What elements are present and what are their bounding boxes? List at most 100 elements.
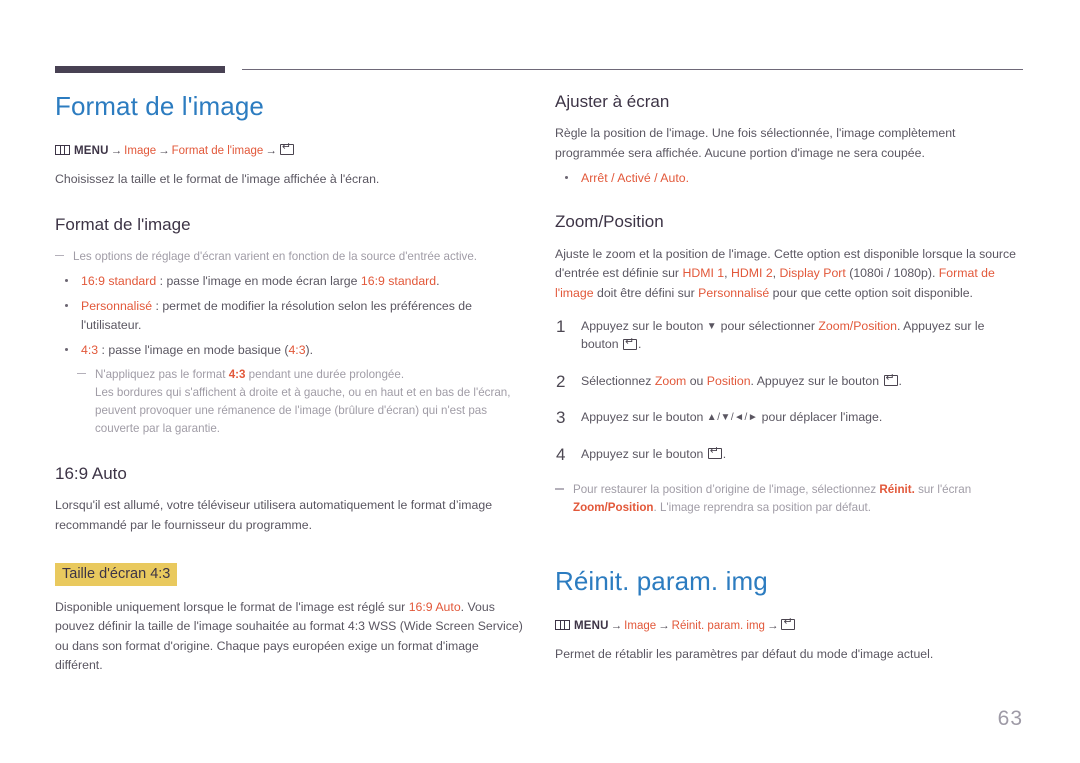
breadcrumb-item-image: Image	[624, 619, 657, 632]
option-sep: :	[152, 298, 163, 313]
lead-paragraph: Choisissez la taille et le format de l'i…	[55, 171, 380, 186]
note-text-part1: N'appliquez pas le format	[95, 367, 229, 381]
step-text-part3: . Appuyez sur le bouton	[750, 373, 883, 388]
option-term-personnalise: Personnalisé	[81, 298, 153, 313]
enter-key-icon	[707, 446, 722, 460]
intro-part4: (1080i / 1080p).	[845, 266, 939, 281]
note-part2: sur l'écran	[914, 483, 972, 497]
step-number: 4	[556, 444, 566, 464]
breadcrumb-arrow-3: →	[766, 619, 779, 632]
list-item: Personnalisé : permet de modifier la rés…	[55, 297, 527, 335]
paragraph-accent-169-auto: 16:9 Auto	[408, 600, 461, 615]
option-text-tail: .	[436, 273, 440, 288]
note-accent-reinit: Réinit.	[879, 483, 915, 497]
breadcrumb-item-format: Format de l'image	[171, 144, 264, 157]
option-sep: :	[156, 273, 167, 288]
note-part1: Pour restaurer la position d’origine de …	[573, 483, 880, 497]
heading-zoom-position: Zoom/Position	[555, 212, 664, 232]
menu-icon	[55, 144, 70, 155]
step-number: 2	[556, 371, 566, 391]
enter-key-icon	[279, 142, 294, 156]
note-restaurer-position: Pour restaurer la position d’origine de …	[555, 481, 1025, 517]
paragraph-taille-decran-43: Disponible uniquement lorsque le format …	[55, 598, 527, 676]
step-number: 1	[556, 316, 566, 336]
breadcrumb-arrow-1: →	[610, 619, 623, 632]
enter-key-icon	[781, 617, 796, 631]
step-text-part1: Appuyez sur le bouton	[581, 318, 707, 333]
breadcrumb-menu-label: MENU	[574, 619, 609, 632]
paragraph-part1: Disponible uniquement lorsque le format …	[55, 600, 409, 615]
note-43-warning: N'appliquez pas le format 4:3 pendant un…	[77, 366, 527, 438]
option-text-tail: ).	[305, 342, 314, 357]
intro-part3: ,	[772, 266, 780, 281]
left-column: Format de l'image MENU → Image → Format de l…	[55, 92, 527, 682]
paragraph-reinit-param-img: Permet de rétablir les paramètres par dé…	[555, 646, 934, 661]
header-rule-thin	[242, 69, 1023, 70]
step-text-part2: pour déplacer l'image.	[758, 410, 883, 425]
note-accent-zoom-position: Zoom/Position	[573, 501, 654, 515]
list-item: Arrêt / Activé / Auto.	[555, 169, 1025, 188]
option-accent-inline: 4:3	[288, 342, 306, 357]
option-text: passe l'image en mode écran large	[166, 273, 361, 288]
menu-icon	[555, 619, 570, 630]
step-accent-zoom: Zoom	[654, 373, 687, 388]
page-title-reinit-param-img: Réinit. param. img	[555, 566, 768, 597]
step-accent-position: Position	[706, 373, 751, 388]
step-text-part4: .	[722, 446, 727, 461]
breadcrumb-reinit-param-img: MENU → Image → Réinit. param. img →	[555, 617, 1025, 635]
breadcrumb-format-de-limage: MENU → Image → Format de l'image →	[55, 142, 527, 160]
intro-accent-personnalise: Personnalisé	[698, 285, 770, 300]
heading-format-de-limage: Format de l'image	[55, 215, 191, 235]
paragraph-zoom-position-intro: Ajuste le zoom et la position de l'image…	[555, 245, 1025, 303]
step-text-part1: Appuyez sur le bouton	[581, 446, 707, 461]
paragraph-ajuster-a-ecran: Règle la position de l'image. Une fois s…	[555, 126, 956, 160]
page-number: 63	[997, 707, 1023, 730]
option-term-43: 4:3	[81, 342, 99, 357]
document-page: Format de l'image MENU → Image → Format de l…	[0, 0, 1080, 763]
breadcrumb-arrow-2: →	[658, 619, 670, 632]
heading-taille-decran-43: Taille d'écran 4:3	[55, 562, 178, 587]
step-item-2: 2 Sélectionnez Zoom ou Position. Appuyez …	[555, 372, 1025, 391]
intro-accent-hdmi2: HDMI 2	[730, 266, 773, 281]
breadcrumb-item-image: Image	[124, 144, 157, 157]
step-number: 3	[556, 408, 566, 428]
step-accent-zoom-position: Zoom/Position	[818, 318, 897, 333]
arrow-down-icon: ▼	[706, 320, 718, 332]
zoom-position-steps: 1 Appuyez sur le bouton ▼ pour sélectionn…	[555, 317, 1025, 464]
note-part3: . L'image reprendra sa position par défa…	[653, 501, 871, 515]
option-accent-inline: 16:9 standard	[360, 273, 437, 288]
option-sep: :	[98, 342, 109, 357]
note-text-part2: pendant une durée prolongée.	[245, 367, 405, 381]
step-item-1: 1 Appuyez sur le bouton ▼ pour sélectionn…	[555, 317, 1025, 354]
heading-ajuster-a-ecran: Ajuster à écran	[555, 92, 670, 111]
heading-169-auto: 16:9 Auto	[55, 463, 127, 483]
right-column: Ajuster à écran Règle la position de l'i…	[555, 92, 1025, 670]
intro-accent-hdmi1: HDMI 1	[682, 266, 725, 281]
step-text-part1: Appuyez sur le bouton	[581, 410, 707, 425]
step-text-part1: Sélectionnez	[581, 373, 655, 388]
page-title-format-de-limage: Format de l'image	[55, 91, 264, 121]
ajuster-options-list: Arrêt / Activé / Auto.	[555, 169, 1025, 188]
list-item: 16:9 standard : passe l'image en mode éc…	[55, 272, 527, 291]
step-text-part4: .	[898, 373, 902, 388]
intro-accent-display-port: Display Port	[779, 266, 846, 281]
step-item-3: 3 Appuyez sur le bouton ▲/▼/◄/► pour dépl…	[555, 408, 1025, 427]
option-text: passe l'image en mode basique (	[108, 342, 289, 357]
step-item-4: 4 Appuyez sur le bouton .	[555, 445, 1025, 464]
breadcrumb-menu-label: MENU	[74, 144, 109, 157]
note-text-line2: Les bordures qui s'affichent à droite et…	[95, 385, 511, 435]
header-rule-thick	[55, 66, 225, 73]
enter-key-icon	[623, 337, 638, 350]
direction-pad-arrows-icon: ▲/▼/◄/►	[706, 412, 759, 424]
format-options-list: 16:9 standard : passe l'image en mode éc…	[55, 272, 527, 360]
paragraph-169-auto: Lorsqu'il est allumé, votre téléviseur u…	[55, 498, 493, 532]
breadcrumb-arrow-3: →	[265, 144, 277, 157]
breadcrumb-arrow-2: →	[158, 144, 170, 157]
enter-key-icon	[883, 373, 898, 387]
list-item: 4:3 : passe l'image en mode basique (4:3…	[55, 341, 527, 360]
breadcrumb-arrow-1: →	[110, 144, 123, 157]
step-text-part2: pour sélectionner	[717, 318, 819, 333]
option-term-169-standard: 16:9 standard	[81, 273, 157, 288]
note-options-reglage: Les options de réglage d'écran varient e…	[55, 248, 527, 266]
step-text-part4: .	[638, 337, 642, 352]
